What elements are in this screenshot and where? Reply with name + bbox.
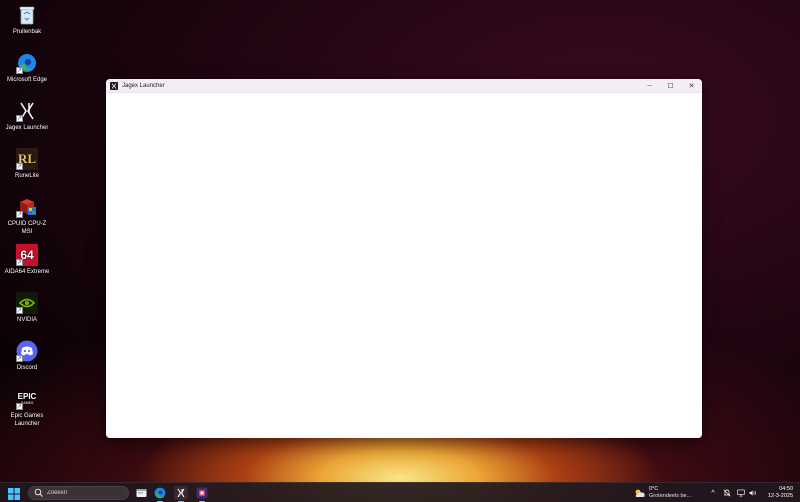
search-icon [34, 488, 43, 497]
network-icon[interactable] [737, 489, 745, 497]
desktop-icon-label: AIDA64 Extreme [4, 269, 50, 275]
edge-icon [154, 487, 166, 499]
aida64-icon: 64 ↗ [16, 244, 38, 266]
desktop-icon-edge[interactable]: ↗ Microsoft Edge [2, 52, 52, 84]
show-hidden-icons-chevron-icon[interactable]: ^ [709, 489, 717, 497]
desktop-icon-discord[interactable]: ↗ Discord [2, 340, 52, 372]
desktop-icon-epic-games[interactable]: EPIC GAMES ↗ Epic Games Launcher [2, 388, 52, 428]
weather-cloud-icon[interactable] [634, 488, 646, 498]
minimize-button[interactable]: ─ [639, 79, 660, 93]
weather-temperature[interactable]: 0°C [649, 486, 658, 493]
runelite-icon [196, 487, 208, 499]
taskbar-app-file-explorer[interactable] [134, 486, 148, 500]
window-title: Jagex Launcher [122, 82, 165, 89]
edge-icon: ↗ [16, 52, 38, 74]
start-button[interactable] [8, 487, 20, 500]
desktop-icon-label: Discord [16, 365, 38, 371]
desktop-icon-label: NVIDIA [16, 317, 37, 323]
desktop-icon-label: Epic Games Launcher [10, 413, 44, 427]
weather-description[interactable]: Grotendeels be... [649, 493, 691, 500]
close-button[interactable]: ✕ [681, 79, 702, 93]
jagex-icon [177, 488, 185, 498]
maximize-icon: ☐ [667, 82, 674, 90]
epic-games-icon: EPIC GAMES ↗ [16, 388, 38, 410]
maximize-button[interactable]: ☐ [660, 79, 681, 93]
shortcut-arrow-icon: ↗ [16, 355, 23, 362]
desktop-icon-nvidia[interactable]: ↗ NVIDIA [2, 292, 52, 324]
taskbar-app-edge[interactable] [153, 486, 167, 502]
shortcut-arrow-icon: ↗ [16, 163, 23, 170]
runelite-logo-text: RL [17, 151, 37, 166]
recycle-bin-icon [16, 4, 38, 26]
minimize-icon: ─ [647, 82, 652, 89]
aida64-logo-text: 64 [20, 248, 34, 262]
runelite-icon: RL ↗ [16, 148, 38, 170]
taskbar-app-runelite[interactable] [195, 486, 209, 502]
desktop-icon-label: RuneLite [14, 173, 40, 179]
shortcut-arrow-icon: ↗ [16, 115, 23, 122]
jagex-app-icon [110, 81, 118, 90]
nvidia-icon: ↗ [16, 292, 38, 314]
desktop-icon-label: CPUID CPU-Z MSI [7, 221, 47, 235]
search-input[interactable] [47, 490, 127, 496]
notifications-off-icon[interactable] [723, 489, 731, 497]
shortcut-arrow-icon: ↗ [16, 403, 23, 410]
clock-date[interactable]: 12-3-2025 [765, 493, 793, 500]
clock-time[interactable]: 04:50 [771, 486, 793, 493]
window-titlebar[interactable]: Jagex Launcher ─ ☐ ✕ [106, 79, 702, 93]
file-explorer-icon [136, 489, 146, 497]
jagex-launcher-window[interactable]: Jagex Launcher ─ ☐ ✕ [106, 79, 702, 438]
desktop-icon-label: Microsoft Edge [6, 77, 48, 83]
desktop-icon-label: Jagex Launcher [5, 125, 49, 131]
desktop-icon-runelite[interactable]: RL ↗ RuneLite [2, 148, 52, 180]
shortcut-arrow-icon: ↗ [16, 259, 23, 266]
taskbar-search[interactable] [28, 486, 129, 500]
close-icon: ✕ [688, 82, 695, 90]
cpuz-icon: ↗ [16, 196, 38, 218]
desktop-icon-label: Prullenbak [12, 29, 42, 35]
discord-icon: ↗ [16, 340, 38, 362]
window-content-area [106, 93, 702, 438]
shortcut-arrow-icon: ↗ [16, 307, 23, 314]
taskbar: 0°C Grotendeels be... ^ 04:50 12-3-2025 [0, 482, 800, 502]
windows-logo-icon [8, 488, 20, 500]
chevron-up-icon: ^ [711, 489, 715, 497]
shortcut-arrow-icon: ↗ [16, 211, 23, 218]
volume-icon[interactable] [749, 489, 757, 497]
desktop-icon-recycle-bin[interactable]: Prullenbak [2, 4, 52, 36]
jagex-icon: ↗ [16, 100, 38, 122]
shortcut-arrow-icon: ↗ [16, 67, 23, 74]
desktop-icon-jagex-launcher[interactable]: ↗ Jagex Launcher [2, 100, 52, 132]
desktop-icon-cpuz[interactable]: ↗ CPUID CPU-Z MSI [2, 196, 52, 236]
epic-logo-text: EPIC [17, 392, 37, 401]
taskbar-app-jagex-launcher[interactable] [174, 486, 188, 502]
desktop-icon-aida64[interactable]: 64 ↗ AIDA64 Extreme [2, 244, 52, 276]
